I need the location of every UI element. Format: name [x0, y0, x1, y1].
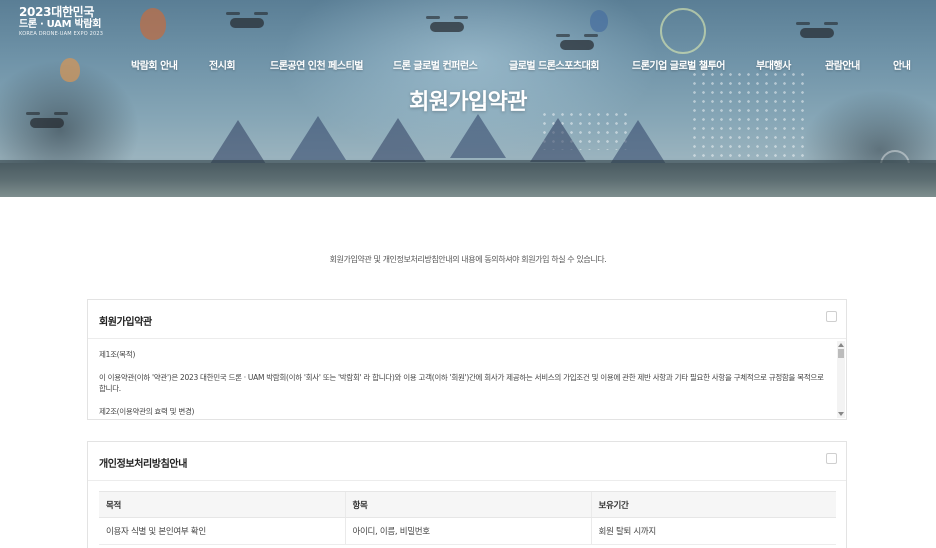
hero-drone [226, 12, 268, 28]
logo-line-3: KOREA DRONE·UAM EXPO 2023 [19, 31, 104, 37]
terms-article-1-title: 제1조(목적) [99, 350, 136, 359]
hero-drone [426, 16, 468, 32]
logo-line-2: 드론 · UAM 박람회 [19, 19, 102, 30]
hero-triangle-structure [450, 114, 506, 158]
hero-triangle-structure [210, 120, 266, 164]
hero-banner: 2023대한민국 드론 · UAM 박람회 KOREA DRONE·UAM EX… [0, 0, 936, 197]
terms-article-2-title: 제2조(이용약관의 효력 및 변경) [99, 407, 195, 416]
hero-balloon [140, 8, 166, 40]
site-logo[interactable]: 2023대한민국 드론 · UAM 박람회 KOREA DRONE·UAM EX… [19, 6, 103, 38]
nav-item-drone-sports[interactable]: 글로벌 드론스포츠대회 [509, 57, 599, 72]
terms-box-header: 회원가입약관 [88, 300, 846, 339]
table-row: 이용자 식별 및 본인여부 확인 아이디, 이름, 비밀번호 회원 탈퇴 시까지 [99, 517, 836, 545]
hero-drone [26, 112, 68, 128]
nav-item-exhibition[interactable]: 전시회 [209, 57, 236, 72]
table-header-row: 목적 항목 보유기간 [99, 491, 836, 518]
terms-box: 회원가입약관 제1조(목적) 이 이용약관(이하 '약관')은 2023 대한민… [87, 299, 847, 420]
logo-line-1: 2023대한민국 [19, 5, 95, 19]
scroll-down-icon[interactable] [838, 412, 844, 416]
nav-item-visitor-info[interactable]: 관람안내 [825, 57, 860, 72]
privacy-box: 개인정보처리방침안내 목적 항목 보유기간 이용자 식별 및 본인여부 확인 아… [87, 441, 847, 548]
hero-triangle-structure [610, 120, 666, 164]
scrollbar-thumb[interactable] [838, 349, 844, 358]
hero-ring-decoration [660, 8, 706, 54]
column-header-retention: 보유기간 [590, 491, 836, 518]
nav-item-global-conference[interactable]: 드론 글로벌 컨퍼런스 [393, 57, 478, 72]
hero-drone [556, 34, 598, 50]
hero-triangle-structure [290, 116, 346, 160]
hero-balloon [590, 10, 608, 32]
privacy-box-header: 개인정보처리방침안내 [88, 442, 846, 481]
scroll-up-icon[interactable] [838, 343, 844, 347]
privacy-table: 목적 항목 보유기간 이용자 식별 및 본인여부 확인 아이디, 이름, 비밀번… [99, 491, 836, 545]
privacy-agree-checkbox[interactable] [826, 453, 837, 464]
terms-box-title: 회원가입약관 [99, 317, 152, 328]
terms-agree-checkbox[interactable] [826, 311, 837, 322]
intro-text: 회원가입약관 및 개인정보처리방침안내의 내용에 동의하셔야 회원가입 하실 수… [329, 255, 607, 264]
nav-item-side-events[interactable]: 부대행사 [756, 57, 791, 72]
hero-ground [0, 163, 936, 197]
hero-triangle-structure [370, 118, 426, 162]
hero-triangle-structure [530, 118, 586, 162]
page-title: 회원가입약관 [409, 90, 527, 115]
column-header-purpose: 목적 [99, 491, 345, 518]
terms-scrollbar[interactable] [837, 341, 845, 418]
column-header-items: 항목 [344, 491, 591, 518]
nav-item-guide[interactable]: 안내 [893, 57, 911, 72]
terms-scroll-area[interactable]: 제1조(목적) 이 이용약관(이하 '약관')은 2023 대한민국 드론 · … [88, 339, 846, 419]
terms-article-1-body: 이 이용약관(이하 '약관')은 2023 대한민국 드론 · UAM 박람회(… [99, 373, 824, 393]
table-cell-purpose: 이용자 식별 및 본인여부 확인 [99, 517, 345, 545]
main-nav: 박람회 안내 전시회 드론공연 인천 페스티벌 드론 글로벌 컨퍼런스 글로벌 … [0, 57, 936, 72]
table-cell-retention: 회원 탈퇴 시까지 [590, 517, 836, 545]
hero-drone [796, 22, 838, 38]
nav-item-drone-show-festival[interactable]: 드론공연 인천 페스티벌 [270, 57, 363, 72]
nav-item-expo-info[interactable]: 박람회 안내 [131, 57, 178, 72]
privacy-box-title: 개인정보처리방침안내 [99, 459, 188, 470]
nav-item-company-tour[interactable]: 드론기업 글로벌 챌투어 [632, 57, 725, 72]
table-cell-items: 아이디, 이름, 비밀번호 [344, 517, 591, 545]
